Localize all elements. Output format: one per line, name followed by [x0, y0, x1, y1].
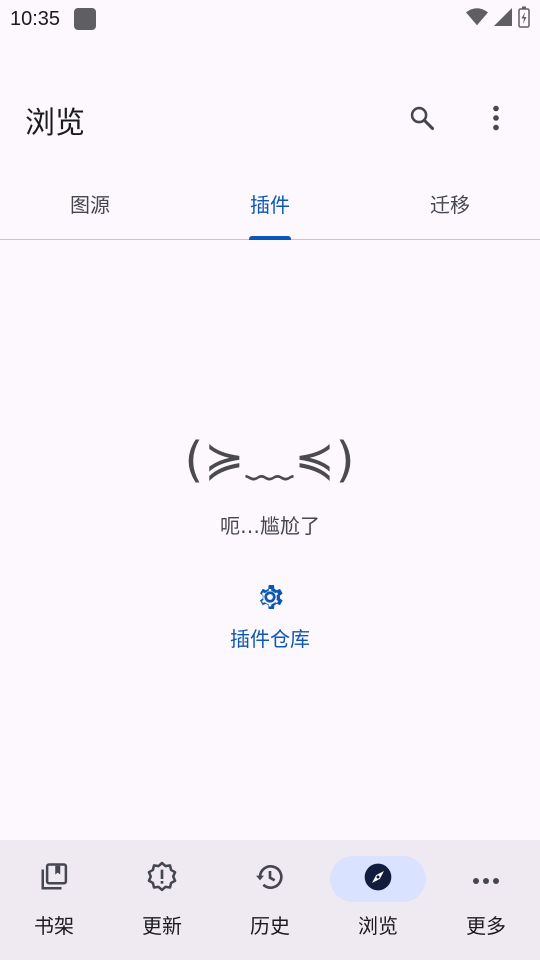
tab-row: 图源 插件 迁移 [0, 172, 540, 240]
empty-kaomoji: (≽﹏≼) [184, 432, 356, 488]
new-releases-icon [146, 861, 178, 897]
nav-label: 更新 [142, 914, 182, 938]
search-icon [408, 104, 436, 136]
status-left: 10:35 [10, 7, 97, 31]
top-app-bar: 浏览 [0, 88, 540, 152]
tab-indicator [249, 236, 291, 240]
more-horiz-icon [472, 870, 500, 889]
gear-icon [254, 581, 286, 617]
history-icon [254, 861, 286, 897]
search-button[interactable] [400, 98, 444, 142]
library-icon [39, 862, 69, 896]
page-title: 浏览 [25, 106, 85, 141]
nav-item-library[interactable]: 书架 [0, 840, 108, 960]
more-vert-icon [492, 105, 500, 135]
nav-label: 历史 [250, 914, 290, 938]
wifi-icon [466, 7, 488, 31]
app-bar-actions [400, 98, 518, 142]
signal-icon [494, 8, 512, 30]
nav-label: 书架 [34, 914, 74, 938]
overflow-menu-button[interactable] [474, 98, 518, 142]
nav-icon-container [6, 856, 102, 902]
notification-app-icon [74, 8, 97, 30]
nav-icon-container [114, 856, 210, 902]
tab-label: 图源 [70, 193, 110, 217]
battery-icon [518, 6, 530, 32]
nav-item-history[interactable]: 历史 [216, 840, 324, 960]
empty-message: 呃…尴尬了 [220, 514, 320, 538]
extension-repo-label: 插件仓库 [230, 627, 310, 651]
extension-repo-button[interactable]: 插件仓库 [230, 581, 310, 652]
status-right [466, 6, 530, 32]
tab-migrate[interactable]: 迁移 [360, 172, 540, 239]
status-bar: 10:35 [0, 0, 540, 38]
bottom-navigation: 书架 更新 历史 浏览 更多 [0, 840, 540, 960]
explore-icon [362, 861, 394, 897]
status-time: 10:35 [10, 7, 61, 30]
nav-icon-container [438, 856, 534, 902]
tab-label: 插件 [250, 193, 290, 217]
nav-label: 更多 [466, 914, 506, 938]
empty-state: (≽﹏≼) 呃…尴尬了 插件仓库 [0, 420, 540, 652]
nav-icon-container [330, 856, 426, 902]
nav-label: 浏览 [358, 914, 398, 938]
nav-item-browse[interactable]: 浏览 [324, 840, 432, 960]
tab-sources[interactable]: 图源 [0, 172, 180, 239]
nav-item-updates[interactable]: 更新 [108, 840, 216, 960]
tab-extensions[interactable]: 插件 [180, 172, 360, 240]
tab-label: 迁移 [430, 193, 470, 217]
nav-icon-container [222, 856, 318, 902]
nav-item-more[interactable]: 更多 [432, 840, 540, 960]
